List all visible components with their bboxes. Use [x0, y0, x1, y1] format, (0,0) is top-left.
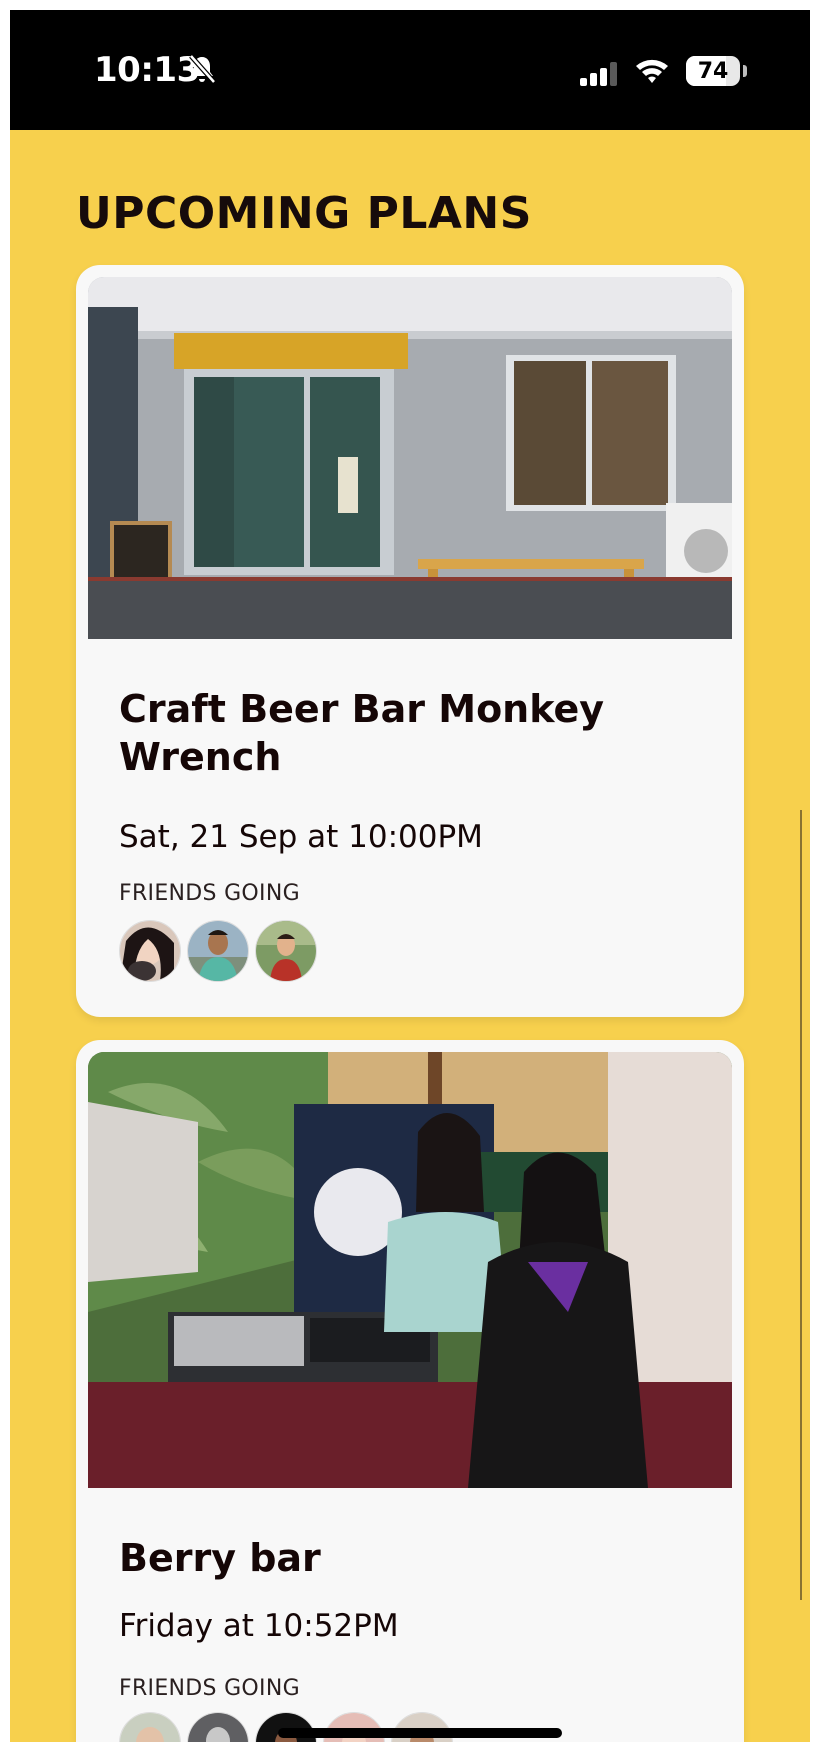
- avatar[interactable]: [119, 1712, 181, 1742]
- status-bar: 10:13 74: [10, 10, 810, 130]
- plan-card[interactable]: Craft Beer Bar Monkey Wrench Sat, 21 Sep…: [76, 265, 744, 1017]
- plan-card[interactable]: Berry bar Friday at 10:52PM FRIENDS GOIN…: [76, 1040, 744, 1742]
- avatar[interactable]: [255, 920, 317, 982]
- scroll-indicator[interactable]: [800, 810, 802, 1600]
- avatar[interactable]: [187, 920, 249, 982]
- page-title: UPCOMING PLANS: [76, 188, 532, 239]
- battery-icon: 74: [686, 56, 740, 86]
- battery-level: 74: [697, 58, 729, 84]
- wifi-icon: [634, 56, 670, 90]
- plan-title: Craft Beer Bar Monkey Wrench: [119, 687, 605, 779]
- plan-title: Berry bar: [119, 1536, 321, 1580]
- app-screen: 10:13 74 UPCOMING PLANS Craft Beer Bar M…: [10, 10, 810, 1742]
- venue-photo[interactable]: [88, 277, 732, 639]
- plan-time: Friday at 10:52PM: [119, 1608, 399, 1644]
- avatar[interactable]: [119, 920, 181, 982]
- plan-time: Sat, 21 Sep at 10:00PM: [119, 819, 483, 855]
- friends-going-label: FRIENDS GOING: [119, 1676, 300, 1701]
- friends-going-label: FRIENDS GOING: [119, 881, 300, 906]
- bell-slash-icon: [188, 54, 216, 88]
- avatar[interactable]: [187, 1712, 249, 1742]
- venue-photo[interactable]: [88, 1052, 732, 1488]
- status-time: 10:13: [94, 50, 200, 90]
- cellular-signal-icon: [580, 62, 620, 90]
- friends-avatars[interactable]: [119, 920, 339, 982]
- battery-cap: [743, 65, 747, 77]
- home-indicator[interactable]: [278, 1728, 562, 1738]
